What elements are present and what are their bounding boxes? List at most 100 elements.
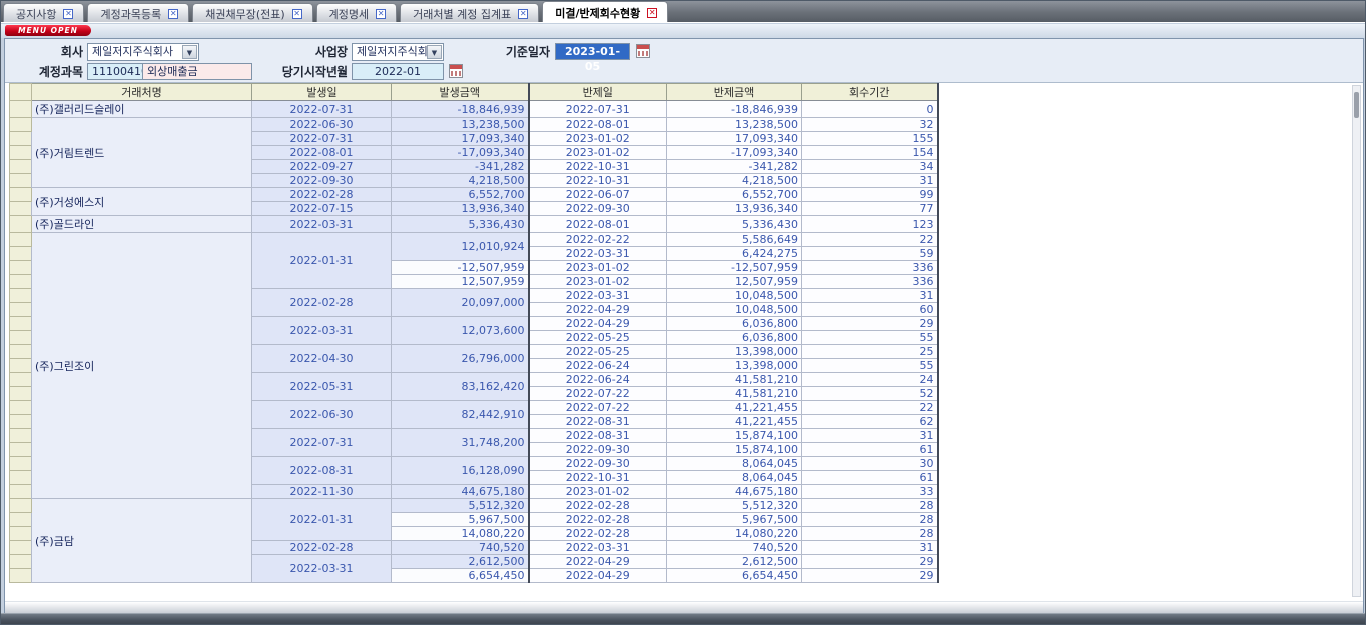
row-selector[interactable] [10,569,32,583]
row-selector[interactable] [10,118,32,132]
collection-days-cell[interactable]: 77 [802,202,938,216]
settlement-date-cell[interactable]: 2022-05-25 [529,331,667,345]
settlement-amount-cell[interactable]: 5,967,500 [667,513,802,527]
row-selector[interactable] [10,216,32,233]
collection-days-cell[interactable]: 336 [802,275,938,289]
row-selector[interactable] [10,359,32,373]
settlement-date-cell[interactable]: 2022-06-24 [529,359,667,373]
settlement-date-cell[interactable]: 2022-10-31 [529,471,667,485]
collection-days-cell[interactable]: 28 [802,513,938,527]
close-icon[interactable]: ✕ [292,9,302,19]
settlement-date-cell[interactable]: 2022-06-24 [529,373,667,387]
row-selector[interactable] [10,174,32,188]
settlement-amount-cell[interactable]: -17,093,340 [667,146,802,160]
row-selector[interactable] [10,401,32,415]
account-name-input[interactable]: 외상매출금 [142,63,252,80]
occurrence-date-cell[interactable]: 2022-03-31 [252,216,392,233]
occurrence-amount-cell[interactable]: 5,336,430 [392,216,529,233]
occurrence-amount-cell[interactable]: 17,093,340 [392,132,529,146]
calendar-icon[interactable] [449,64,463,78]
row-selector[interactable] [10,331,32,345]
customer-name-cell[interactable]: (주)그린조이 [32,233,252,499]
collection-days-cell[interactable]: 32 [802,118,938,132]
occurrence-date-cell[interactable]: 2022-06-30 [252,401,392,429]
occurrence-date-cell[interactable]: 2022-08-01 [252,146,392,160]
row-selector[interactable] [10,202,32,216]
settlement-amount-cell[interactable]: 15,874,100 [667,429,802,443]
row-selector[interactable] [10,541,32,555]
customer-name-cell[interactable]: (주)갤러리드슬레이 [32,101,252,118]
settlement-date-cell[interactable]: 2022-07-22 [529,387,667,401]
settlement-date-cell[interactable]: 2022-07-31 [529,101,667,118]
settlement-date-cell[interactable]: 2022-03-31 [529,247,667,261]
row-selector[interactable] [10,146,32,160]
collection-days-cell[interactable]: 0 [802,101,938,118]
collection-days-cell[interactable]: 22 [802,233,938,247]
occurrence-date-cell[interactable]: 2022-02-28 [252,289,392,317]
customer-name-cell[interactable]: (주)거림트렌드 [32,118,252,188]
settlement-amount-cell[interactable]: 4,218,500 [667,174,802,188]
occurrence-amount-cell[interactable]: 6,654,450 [392,569,529,583]
settlement-date-cell[interactable]: 2022-04-29 [529,569,667,583]
settlement-date-cell[interactable]: 2022-03-31 [529,541,667,555]
account-code-input[interactable]: 11100410 [87,63,143,80]
row-selector[interactable] [10,457,32,471]
collection-days-cell[interactable]: 59 [802,247,938,261]
settlement-amount-cell[interactable]: 41,581,210 [667,387,802,401]
customer-name-cell[interactable]: (주)거성에스지 [32,188,252,216]
settlement-date-cell[interactable]: 2022-08-01 [529,118,667,132]
settlement-date-cell[interactable]: 2022-02-28 [529,527,667,541]
occurrence-amount-cell[interactable]: 5,512,320 [392,499,529,513]
settlement-date-cell[interactable]: 2022-04-29 [529,317,667,331]
occurrence-amount-cell[interactable]: 12,073,600 [392,317,529,345]
tab-3[interactable]: 계정명세✕ [316,3,397,22]
close-icon[interactable]: ✕ [647,8,657,18]
settlement-amount-cell[interactable]: 5,512,320 [667,499,802,513]
occurrence-date-cell[interactable]: 2022-07-15 [252,202,392,216]
settlement-date-cell[interactable]: 2022-09-30 [529,202,667,216]
occurrence-date-cell[interactable]: 2022-02-28 [252,188,392,202]
occurrence-date-cell[interactable]: 2022-01-31 [252,233,392,289]
occurrence-date-cell[interactable]: 2022-05-31 [252,373,392,401]
settlement-amount-cell[interactable]: 13,398,000 [667,359,802,373]
occurrence-amount-cell[interactable]: 82,442,910 [392,401,529,429]
settlement-date-cell[interactable]: 2022-08-31 [529,415,667,429]
occurrence-date-cell[interactable]: 2022-02-28 [252,541,392,555]
settlement-date-cell[interactable]: 2022-08-01 [529,216,667,233]
occurrence-date-cell[interactable]: 2022-04-30 [252,345,392,373]
collection-days-cell[interactable]: 31 [802,289,938,303]
settlement-amount-cell[interactable]: 12,507,959 [667,275,802,289]
row-selector[interactable] [10,132,32,146]
settlement-amount-cell[interactable]: 14,080,220 [667,527,802,541]
row-selector[interactable] [10,513,32,527]
row-selector[interactable] [10,275,32,289]
settlement-amount-cell[interactable]: -341,282 [667,160,802,174]
row-selector[interactable] [10,303,32,317]
settlement-amount-cell[interactable]: 13,238,500 [667,118,802,132]
collection-days-cell[interactable]: 29 [802,569,938,583]
chevron-down-icon[interactable]: ▼ [182,45,197,59]
occurrence-amount-cell[interactable]: 740,520 [392,541,529,555]
settlement-amount-cell[interactable]: 13,398,000 [667,345,802,359]
occurrence-date-cell[interactable]: 2022-11-30 [252,485,392,499]
row-selector[interactable] [10,527,32,541]
period-input[interactable]: 2022-01 [352,63,444,80]
settlement-date-cell[interactable]: 2022-09-30 [529,443,667,457]
occurrence-date-cell[interactable]: 2022-03-31 [252,555,392,583]
settlement-amount-cell[interactable]: 13,936,340 [667,202,802,216]
occurrence-amount-cell[interactable]: 12,507,959 [392,275,529,289]
occurrence-amount-cell[interactable]: 5,967,500 [392,513,529,527]
collection-days-cell[interactable]: 29 [802,317,938,331]
occurrence-amount-cell[interactable]: -17,093,340 [392,146,529,160]
settlement-amount-cell[interactable]: 6,036,800 [667,331,802,345]
base-date-input[interactable]: 2023-01-05 [555,43,630,60]
settlement-date-cell[interactable]: 2022-09-30 [529,457,667,471]
calendar-icon[interactable] [636,44,650,58]
vertical-scrollbar[interactable] [1352,85,1361,597]
customer-name-cell[interactable]: (주)금담 [32,499,252,583]
settlement-amount-cell[interactable]: 5,336,430 [667,216,802,233]
row-selector[interactable] [10,233,32,247]
collection-days-cell[interactable]: 28 [802,499,938,513]
row-selector[interactable] [10,373,32,387]
settlement-date-cell[interactable]: 2022-02-28 [529,499,667,513]
